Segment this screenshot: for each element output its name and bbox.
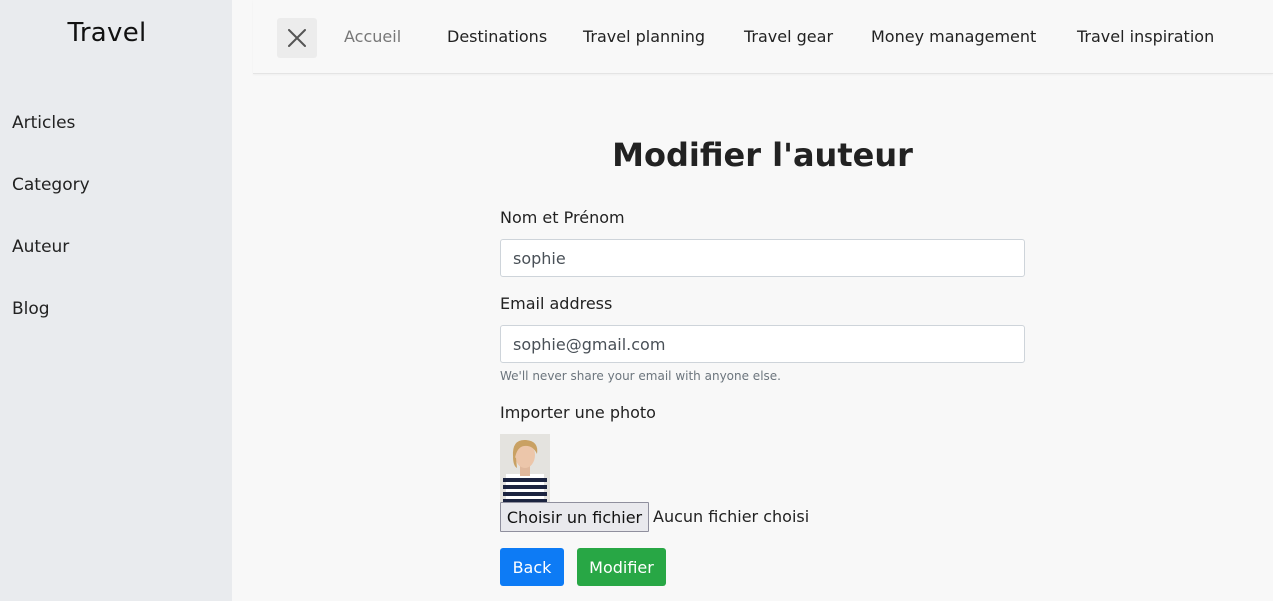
name-label: Nom et Prénom xyxy=(500,208,625,227)
name-input[interactable] xyxy=(500,239,1025,277)
page-title: Modifier l'auteur xyxy=(612,136,913,174)
close-sidebar-button[interactable] xyxy=(277,18,317,58)
file-status-text: Aucun fichier choisi xyxy=(653,507,810,526)
close-icon xyxy=(288,29,306,47)
modify-button[interactable]: Modifier xyxy=(577,548,666,586)
nav-link-travel-gear[interactable]: Travel gear xyxy=(744,27,833,46)
email-label: Email address xyxy=(500,294,613,313)
top-navbar: Accueil Destinations Travel planning Tra… xyxy=(253,0,1273,74)
email-input[interactable] xyxy=(500,325,1025,363)
nav-link-travel-planning[interactable]: Travel planning xyxy=(583,27,705,46)
sidebar-item-auteur[interactable]: Auteur xyxy=(12,237,69,257)
nav-link-accueil[interactable]: Accueil xyxy=(344,27,401,46)
sidebar-item-category[interactable]: Category xyxy=(12,175,90,195)
back-button[interactable]: Back xyxy=(500,548,564,586)
author-photo xyxy=(500,434,550,502)
choose-file-button[interactable]: Choisir un fichier xyxy=(500,502,649,532)
brand-title: Travel xyxy=(67,18,147,48)
nav-link-destinations[interactable]: Destinations xyxy=(447,27,547,46)
sidebar: Travel Articles Category Auteur Blog xyxy=(0,0,232,601)
sidebar-item-articles[interactable]: Articles xyxy=(12,113,75,133)
photo-label: Importer une photo xyxy=(500,403,656,422)
email-help-text: We'll never share your email with anyone… xyxy=(500,369,781,383)
nav-link-money-management[interactable]: Money management xyxy=(871,27,1036,46)
nav-link-travel-inspiration[interactable]: Travel inspiration xyxy=(1077,27,1214,46)
sidebar-item-blog[interactable]: Blog xyxy=(12,299,50,319)
